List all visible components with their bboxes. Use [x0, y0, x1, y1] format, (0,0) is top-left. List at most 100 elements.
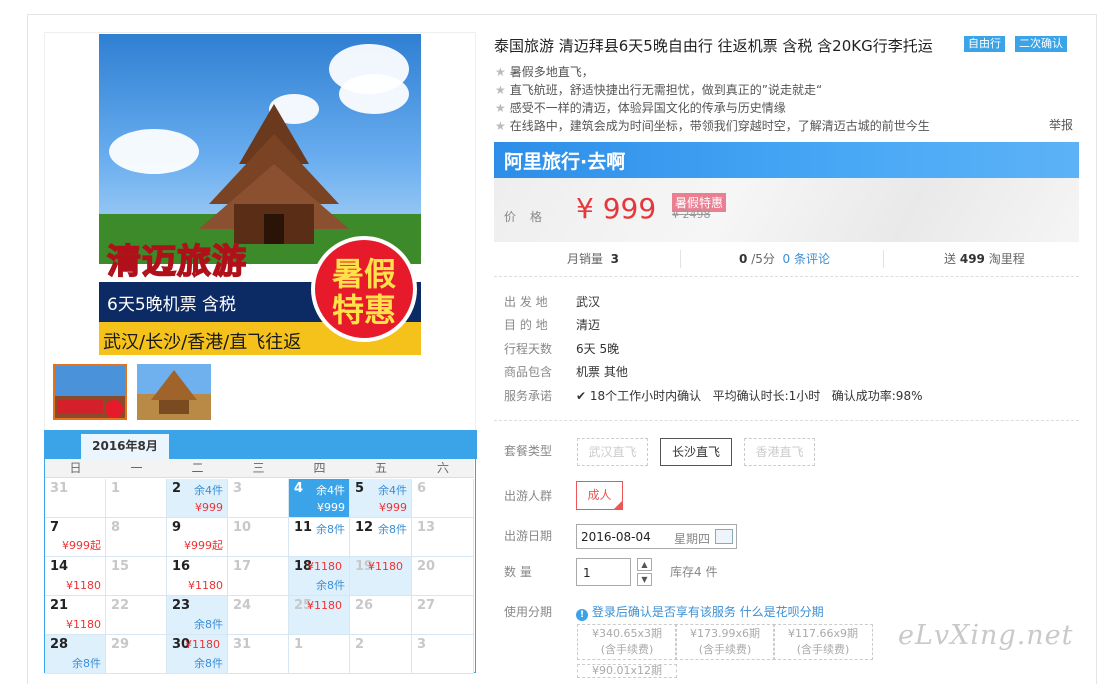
installment-plan-6[interactable]: ¥173.99x6期 (含手续费) [675, 624, 775, 660]
calendar-day: 3 [412, 635, 474, 674]
departure-calendar: 2016年8月 日一二三四五六 31 1 2 余4件 ¥999 3 4 余4件 ¥999 5 余4件 ¥… [44, 430, 477, 674]
calendar-day: 26 [350, 596, 412, 635]
day-number: 8 [111, 520, 121, 535]
detail-value: 武汉 [576, 295, 601, 309]
calendar-day[interactable]: 12 余8件 [350, 518, 412, 557]
calendar-day: 17 [228, 557, 289, 596]
calendar-day: 22 [106, 596, 167, 635]
product-title: 泰国旅游 清迈拜县6天5晚自由行 往返机票 含税 含20KG行李托运 [494, 37, 933, 55]
calendar-day: 6 [412, 479, 474, 518]
stock-label: 余4件 [378, 484, 407, 497]
thumbnail-2[interactable] [137, 364, 211, 420]
package-option-changsha[interactable]: 长沙直飞 [660, 438, 732, 466]
calendar-day[interactable]: 19 ¥1180 [350, 557, 412, 596]
calendar-day[interactable]: 28 余8件 [45, 635, 106, 674]
image-cloud [109, 129, 199, 174]
installment-plan-3[interactable]: ¥340.65x3期 (含手续费) [577, 624, 677, 660]
stock-count: 库存4 件 [670, 565, 718, 579]
huabei-help-link[interactable]: 什么是花呗分期 [740, 605, 824, 619]
calendar-day: 2 [350, 635, 412, 674]
thumbnail-1[interactable] [53, 364, 127, 420]
calendar-day[interactable]: 5 余4件 ¥999 [350, 479, 412, 518]
calendar-day: 20 [412, 557, 474, 596]
calendar-day[interactable]: 25 ¥1180 [289, 596, 350, 635]
detail-label: 行程天数 [504, 342, 553, 356]
installment-plan-12[interactable]: ¥90.01x12期 [577, 664, 677, 678]
quantity-decrease-button[interactable]: ▼ [637, 573, 652, 586]
date-label: 出游日期 [504, 529, 553, 543]
day-number: 4 [294, 481, 304, 496]
calendar-day: 15 [106, 557, 167, 596]
calendar-day[interactable]: 7 ¥999起 [45, 518, 106, 557]
detail-label: 商品包含 [504, 365, 553, 379]
day-number: 17 [233, 559, 252, 574]
package-option-wuhan[interactable]: 武汉直飞 [577, 438, 648, 466]
calendar-day[interactable]: 18 ¥1180 余8件 [289, 557, 350, 596]
login-link[interactable]: 登录后确认是否享有该服务 [592, 605, 736, 619]
brand-banner: 阿里旅行·去啊 [494, 142, 1079, 178]
summer-sale-badge: 暑假 特惠 [311, 236, 417, 342]
calendar-day: 1 [106, 479, 167, 518]
day-price: ¥1180 [185, 638, 220, 651]
calendar-month-tab[interactable]: 2016年8月 [81, 434, 169, 459]
detail-value: 机票 其他 [576, 365, 628, 379]
calendar-day: 13 [412, 518, 474, 557]
installment-plan-9[interactable]: ¥117.66x9期 (含手续费) [773, 624, 873, 660]
stock-label: 余8件 [194, 657, 223, 670]
calendar-day[interactable]: 30 ¥1180 余8件 [167, 635, 228, 674]
feature-item: ★ 暑假多地直飞， [495, 65, 594, 79]
calendar-day[interactable]: 2 余4件 ¥999 [167, 479, 228, 518]
day-number: 15 [111, 559, 130, 574]
day-price: ¥999 [317, 501, 345, 514]
weekday-header: 五 [350, 459, 412, 478]
date-picker[interactable]: 2016-08-04 星期四 [576, 524, 737, 549]
calendar-day: 1 [289, 635, 350, 674]
calendar-day[interactable]: 9 ¥999起 [167, 518, 228, 557]
traveler-adult-option[interactable]: 成人 [576, 481, 623, 510]
divider [494, 276, 1079, 277]
day-number: 12 [355, 520, 374, 535]
calendar-day[interactable]: 16 ¥1180 [167, 557, 228, 596]
image-subtitle: 6天5晚机票 含税 [107, 295, 237, 315]
day-number: 3 [417, 637, 427, 652]
detail-label: 出 发 地 [504, 295, 548, 309]
calendar-day[interactable]: 14 ¥1180 [45, 557, 106, 596]
stock-label: 余8件 [72, 657, 101, 670]
mileage-gift: 送 499 淘里程 [944, 252, 1025, 266]
date-value: 2016-08-04 [581, 530, 651, 544]
package-label: 套餐类型 [504, 444, 553, 458]
calendar-day[interactable]: 11 余8件 [289, 518, 350, 557]
feature-item: ★ 直飞航班，舒适快捷出行无需担忧，做到真正的”说走就走“ [495, 83, 823, 97]
main-product-image[interactable]: 清迈旅游 6天5晚机票 含税 武汉/长沙/香港/直飞往返 暑假 特惠 [99, 34, 421, 355]
day-number: 20 [417, 559, 436, 574]
quantity-input[interactable]: 1 [576, 558, 631, 586]
day-number: 27 [417, 598, 436, 613]
day-price: ¥1180 [307, 599, 342, 612]
day-number: 10 [233, 520, 252, 535]
star-icon: ★ [495, 119, 506, 133]
day-number: 6 [417, 481, 427, 496]
day-price: ¥1180 [307, 560, 342, 573]
report-link[interactable]: 举报 [1049, 116, 1073, 133]
day-number: 2 [355, 637, 365, 652]
quantity-increase-button[interactable]: ▲ [637, 558, 652, 571]
calendar-day: 24 [228, 596, 289, 635]
calendar-day: 27 [412, 596, 474, 635]
image-cities: 武汉/长沙/香港/直飞往返 [103, 332, 302, 353]
calendar-day[interactable]: 21 ¥1180 [45, 596, 106, 635]
feature-item: ★ 感受不一样的清迈，体验异国文化的传承与历史情缘 [495, 101, 786, 115]
package-option-hongkong[interactable]: 香港直飞 [744, 438, 815, 466]
installment-label: 使用分期 [504, 605, 553, 619]
day-number: 7 [50, 520, 60, 535]
calendar-day: 31 [45, 479, 106, 518]
day-number: 2 [172, 481, 182, 496]
watermark: eLvXing.net [898, 620, 1074, 651]
calendar-day: 8 [106, 518, 167, 557]
calendar-day[interactable]: 23 余8件 [167, 596, 228, 635]
calendar-icon[interactable] [715, 529, 733, 544]
reviews-link[interactable]: 0 条评论 [783, 252, 830, 266]
day-price: ¥999起 [184, 539, 223, 552]
calendar-day[interactable]: 4 余4件 ¥999 [289, 479, 350, 518]
brand-name: 阿里旅行·去啊 [504, 151, 626, 173]
weekday-header: 日 [45, 459, 106, 478]
